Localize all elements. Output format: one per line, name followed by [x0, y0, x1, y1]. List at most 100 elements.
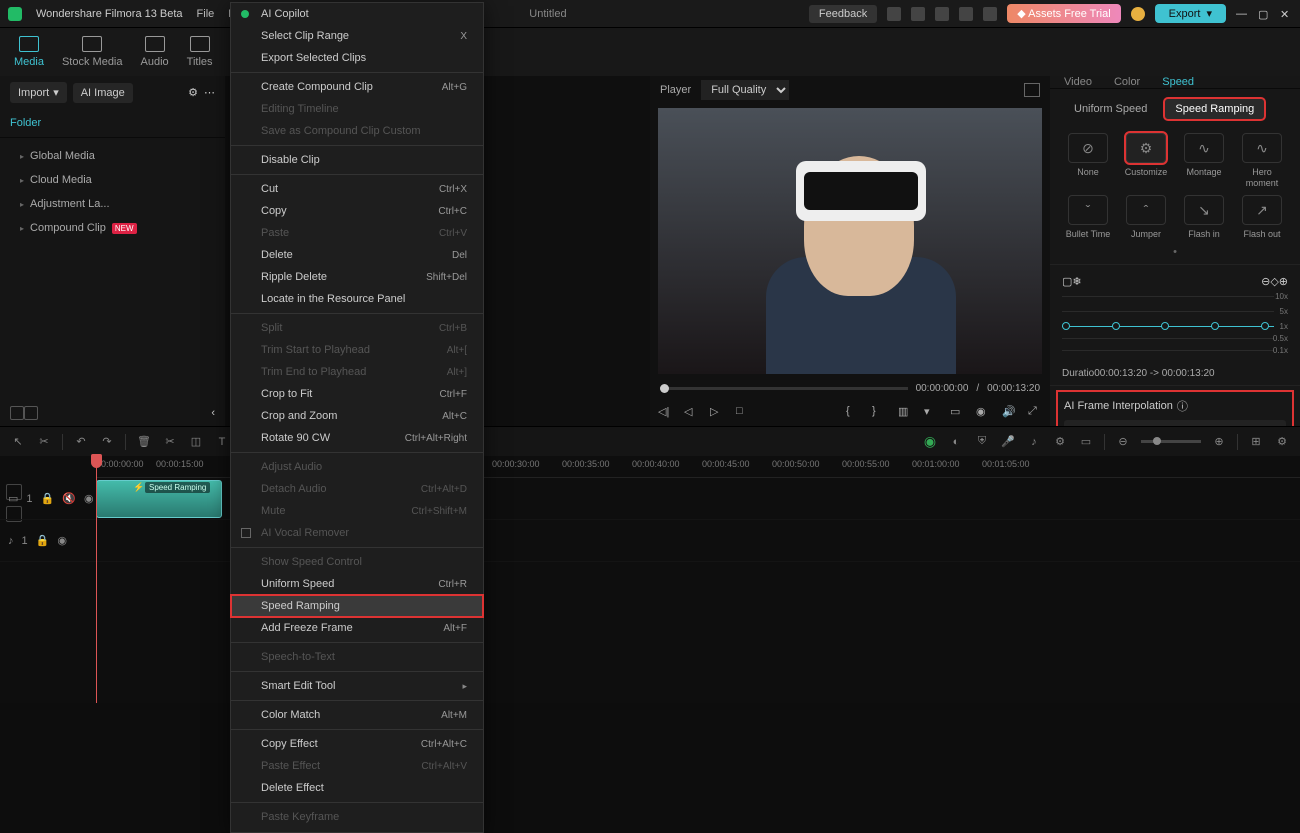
feedback-button[interactable]: Feedback	[809, 5, 877, 23]
gallery-icon[interactable]	[911, 7, 925, 21]
menu-item-add-freeze-frame[interactable]: Add Freeze FrameAlt+F	[231, 617, 483, 639]
menu-item-copy-effect[interactable]: Copy EffectCtrl+Alt+C	[231, 733, 483, 755]
remove-key-icon[interactable]: ⊖	[1261, 275, 1270, 288]
menu-item-disable-clip[interactable]: Disable Clip	[231, 149, 483, 171]
ai-image-button[interactable]: AI Image	[73, 83, 133, 103]
display-icon[interactable]: ▭	[950, 405, 964, 419]
play-icon[interactable]: ▷	[710, 405, 724, 419]
key-icon[interactable]: ◇	[1270, 275, 1278, 288]
maximize-icon[interactable]: ▢	[1258, 8, 1270, 20]
snapshot-icon[interactable]	[1024, 83, 1040, 97]
undo-icon[interactable]: ↶	[73, 434, 89, 450]
assets-trial-button[interactable]: ◆ Assets Free Trial	[1007, 4, 1120, 23]
filter-icon[interactable]: ⚙	[188, 86, 198, 99]
fullscreen-icon[interactable]: ⤢	[1028, 405, 1042, 419]
menu-item-smart-edit-tool[interactable]: Smart Edit Tool▸	[231, 675, 483, 697]
menu-item-color-match[interactable]: Color MatchAlt+M	[231, 704, 483, 726]
eye-icon[interactable]: ◉	[57, 534, 67, 547]
text-icon[interactable]: T	[214, 434, 230, 450]
lock-icon[interactable]: 🔒	[41, 492, 55, 505]
prev-icon[interactable]: ◁	[684, 405, 698, 419]
export-button[interactable]: Export ▾	[1155, 4, 1226, 23]
mark-out-icon[interactable]: }	[872, 405, 886, 419]
close-icon[interactable]: ✕	[1280, 8, 1292, 20]
snowflake-icon[interactable]: ❄	[1072, 275, 1081, 288]
subtab-speed-ramping[interactable]: Speed Ramping	[1165, 99, 1264, 119]
account-icon[interactable]	[1131, 7, 1145, 21]
menu-item-delete-effect[interactable]: Delete Effect	[231, 777, 483, 799]
menu-item-locate-in-the-resource-panel[interactable]: Locate in the Resource Panel	[231, 288, 483, 310]
curve-graph[interactable]: 10x 5x 1x 0.5x 0.1x	[1062, 296, 1288, 352]
menu-item-select-clip-range[interactable]: Select Clip RangeX	[231, 25, 483, 47]
sidebar-item-global-media[interactable]: ▸Global Media	[4, 144, 221, 168]
mic-icon[interactable]: 🎤	[1000, 434, 1016, 450]
color-icon[interactable]: ◐	[948, 434, 964, 450]
sidebar-item-cloud-media[interactable]: ▸Cloud Media	[4, 168, 221, 192]
menu-item-copy[interactable]: CopyCtrl+C	[231, 200, 483, 222]
preset-montage[interactable]: ∿Montage	[1178, 133, 1230, 189]
preset-flash-out[interactable]: ↗Flash out	[1236, 195, 1288, 240]
scrub-track[interactable]	[660, 387, 908, 390]
crop-icon[interactable]: ◫	[188, 434, 204, 450]
stop-icon[interactable]: □	[736, 405, 750, 419]
playhead-handle[interactable]	[91, 454, 102, 468]
tab-titles[interactable]: Titles	[187, 36, 213, 68]
menu-item-create-compound-clip[interactable]: Create Compound ClipAlt+G	[231, 76, 483, 98]
camera-icon[interactable]: ◉	[976, 405, 990, 419]
menu-item-export-selected-clips[interactable]: Export Selected Clips	[231, 47, 483, 69]
delete-icon[interactable]: 🗑	[136, 434, 152, 450]
tab-media[interactable]: Media	[14, 36, 44, 68]
tab-speed[interactable]: Speed	[1162, 76, 1194, 88]
menu-item-speed-ramping[interactable]: Speed Ramping	[231, 595, 483, 617]
prev-frame-icon[interactable]: ◁|	[658, 405, 672, 419]
minimize-icon[interactable]: —	[1236, 8, 1248, 20]
quality-select[interactable]: Full Quality	[701, 80, 789, 100]
tab-video[interactable]: Video	[1064, 76, 1092, 88]
more-icon[interactable]: ⋯	[204, 86, 215, 99]
apps-icon[interactable]	[983, 7, 997, 21]
tab-stock-media[interactable]: Stock Media	[62, 36, 123, 68]
zoom-slider[interactable]	[1141, 440, 1201, 443]
download-icon[interactable]	[959, 7, 973, 21]
screen-icon[interactable]	[887, 7, 901, 21]
mark-in-icon[interactable]: {	[846, 405, 860, 419]
cursor-icon[interactable]: ↖	[10, 434, 26, 450]
new-folder-icon[interactable]	[10, 406, 24, 420]
add-key-icon[interactable]: ⊕	[1279, 275, 1288, 288]
preset-customize[interactable]: ⚙Customize	[1120, 133, 1172, 189]
subtab-uniform-speed[interactable]: Uniform Speed	[1064, 99, 1157, 119]
menu-item-crop-and-zoom[interactable]: Crop and ZoomAlt+C	[231, 405, 483, 427]
collapse-icon[interactable]: ‹	[211, 407, 215, 419]
eye-icon[interactable]: ◉	[84, 492, 94, 505]
scrub-handle[interactable]	[660, 384, 669, 393]
preset-none[interactable]: ⊘None	[1062, 133, 1114, 189]
new-bin-icon[interactable]	[24, 406, 38, 420]
audio-track-header[interactable]: ♪1 🔒 ◉	[0, 520, 96, 562]
playhead[interactable]	[96, 456, 97, 703]
menu-item-ai-copilot[interactable]: AI Copilot	[231, 3, 483, 25]
import-dropdown[interactable]: Import ▾	[10, 82, 67, 103]
menu-item-crop-to-fit[interactable]: Crop to FitCtrl+F	[231, 383, 483, 405]
menu-item-cut[interactable]: CutCtrl+X	[231, 178, 483, 200]
lock-icon[interactable]: 🔒	[36, 534, 50, 547]
tab-color[interactable]: Color	[1114, 76, 1140, 88]
ratio-icon[interactable]: ▥	[898, 405, 912, 419]
menu-item-ripple-delete[interactable]: Ripple DeleteShift+Del	[231, 266, 483, 288]
split-icon[interactable]: ✂	[162, 434, 178, 450]
menu-item-uniform-speed[interactable]: Uniform SpeedCtrl+R	[231, 573, 483, 595]
ai-icon[interactable]: ◉	[922, 434, 938, 450]
menu-file[interactable]: File	[197, 8, 215, 20]
sidebar-item-adjustment-layer[interactable]: ▸Adjustment La...	[4, 192, 221, 216]
preset-bullet-time[interactable]: ˇBullet Time	[1062, 195, 1114, 240]
preset-pager[interactable]: •	[1050, 244, 1300, 265]
sidebar-item-compound-clip[interactable]: ▸Compound ClipNEW	[4, 216, 221, 240]
settings-icon[interactable]: ⚙	[1274, 434, 1290, 450]
tab-audio[interactable]: Audio	[141, 36, 169, 68]
music-icon[interactable]: ♪	[1026, 434, 1042, 450]
preset-flash-in[interactable]: ↘Flash in	[1178, 195, 1230, 240]
preview-viewport[interactable]	[658, 108, 1042, 374]
preset-jumper[interactable]: ˆJumper	[1120, 195, 1172, 240]
menu-item-rotate-90-cw[interactable]: Rotate 90 CWCtrl+Alt+Right	[231, 427, 483, 449]
menu-item-delete[interactable]: DeleteDel	[231, 244, 483, 266]
timeline-clip[interactable]: ⚡ Speed Ramping	[96, 480, 222, 518]
